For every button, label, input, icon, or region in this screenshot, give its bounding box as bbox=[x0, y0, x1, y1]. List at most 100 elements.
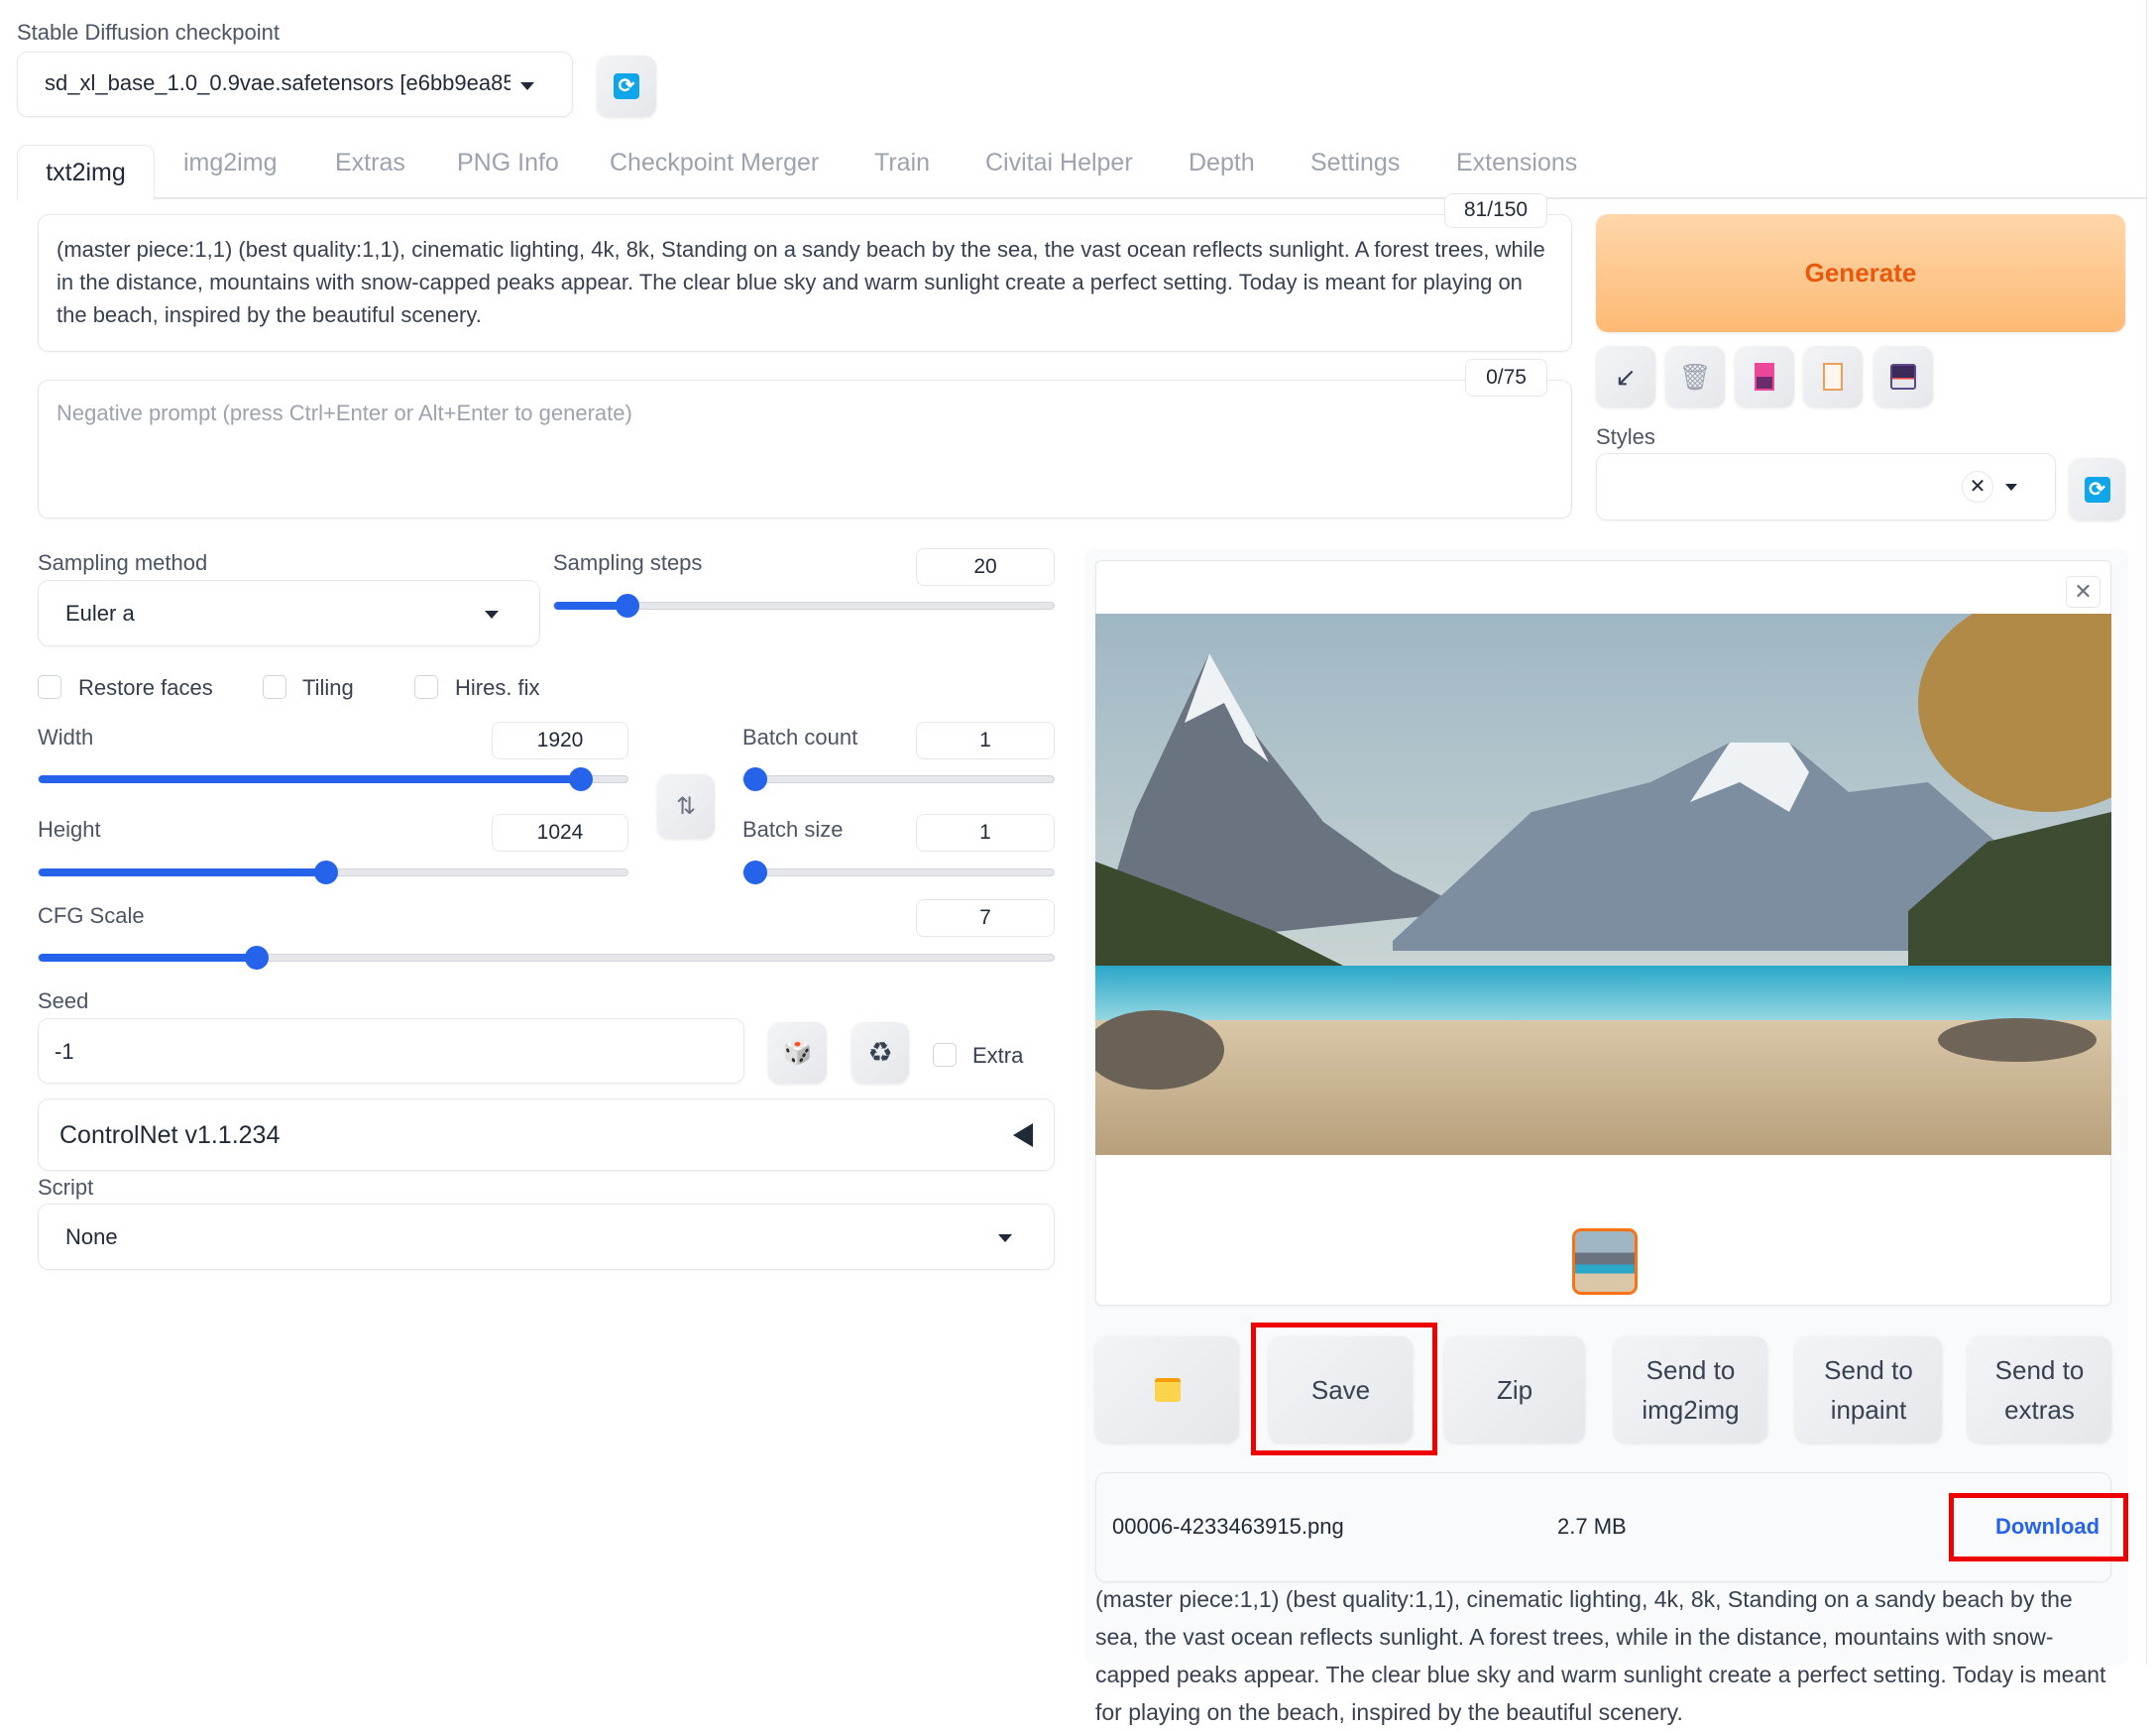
styles-label: Styles bbox=[1596, 424, 1655, 449]
sampling-method-dropdown[interactable]: Euler a bbox=[38, 580, 540, 646]
refresh-styles-button[interactable]: ⟳ bbox=[2069, 458, 2125, 520]
tab-bar-line bbox=[154, 197, 2146, 199]
tab-depth[interactable]: Depth bbox=[1189, 149, 1255, 177]
gallery-thumbnail[interactable] bbox=[1572, 1228, 1638, 1295]
zip-button[interactable]: Zip bbox=[1444, 1336, 1585, 1442]
slider-thumb[interactable] bbox=[743, 861, 767, 884]
tab-train[interactable]: Train bbox=[874, 149, 930, 177]
batch-count-input[interactable]: 1 bbox=[916, 722, 1055, 759]
open-folder-button[interactable] bbox=[1095, 1336, 1239, 1442]
button-line: Send to bbox=[1824, 1354, 1913, 1385]
tab-img2img[interactable]: img2img bbox=[183, 149, 277, 177]
generation-info-text: (master piece:1,1) (best quality:1,1), c… bbox=[1095, 1586, 2106, 1725]
button-line: img2img bbox=[1642, 1394, 1740, 1425]
sampling-steps-slider[interactable] bbox=[553, 594, 1055, 618]
hires-fix-checkbox[interactable] bbox=[414, 675, 438, 699]
batch-size-slider[interactable] bbox=[742, 861, 1055, 884]
sampling-method-value: Euler a bbox=[65, 601, 135, 626]
tab-txt2img[interactable]: txt2img bbox=[17, 145, 155, 200]
chevron-down-icon bbox=[998, 1234, 1012, 1242]
negative-token-counter: 0/75 bbox=[1465, 359, 1547, 397]
seed-label: Seed bbox=[38, 988, 89, 1013]
batch-size-input[interactable]: 1 bbox=[916, 814, 1055, 852]
slider-thumb[interactable] bbox=[743, 767, 767, 791]
download-highlight-box bbox=[1949, 1493, 2128, 1561]
seed-input[interactable]: -1 bbox=[38, 1018, 744, 1084]
restore-faces-checkbox[interactable] bbox=[38, 675, 61, 699]
batch-count-slider[interactable] bbox=[742, 767, 1055, 791]
checkpoint-value: sd_xl_base_1.0_0.9vae.safetensors [e6bb9… bbox=[45, 70, 511, 95]
extra-seed-checkbox[interactable] bbox=[933, 1043, 957, 1067]
save-style-button[interactable] bbox=[1873, 346, 1933, 407]
close-gallery-button[interactable]: ✕ bbox=[2066, 576, 2100, 608]
width-label: Width bbox=[38, 725, 94, 750]
slider-thumb[interactable] bbox=[616, 594, 639, 618]
script-dropdown[interactable]: None bbox=[38, 1204, 1055, 1270]
generate-button[interactable]: Generate bbox=[1596, 214, 2125, 332]
button-line: Send to bbox=[1645, 1354, 1736, 1385]
sampling-steps-label: Sampling steps bbox=[553, 550, 703, 575]
collapse-triangle-icon bbox=[1013, 1123, 1033, 1147]
slider-thumb[interactable] bbox=[245, 946, 269, 970]
clear-icon[interactable]: ✕ bbox=[1962, 471, 1993, 503]
refresh-checkpoint-button[interactable]: ⟳ bbox=[597, 56, 656, 117]
generated-image[interactable] bbox=[1095, 614, 2111, 1155]
button-line: Send to bbox=[1994, 1354, 2085, 1385]
floppy-disk-icon bbox=[1890, 364, 1916, 390]
width-input[interactable]: 1920 bbox=[492, 722, 628, 759]
tab-png-info[interactable]: PNG Info bbox=[457, 149, 559, 177]
chevron-down-icon bbox=[485, 611, 499, 619]
tab-extensions[interactable]: Extensions bbox=[1456, 149, 1577, 177]
swap-arrows-icon: ⇅ bbox=[675, 792, 697, 820]
send-to-extras-button[interactable]: Send to extras bbox=[1968, 1336, 2111, 1442]
tab-civitai-helper[interactable]: Civitai Helper bbox=[985, 149, 1133, 177]
sampling-steps-input[interactable]: 20 bbox=[916, 548, 1055, 586]
reuse-seed-button[interactable]: ♻ bbox=[851, 1022, 909, 1084]
cfg-scale-slider[interactable] bbox=[38, 946, 1055, 970]
button-line: extras bbox=[2004, 1394, 2075, 1425]
cfg-scale-label: CFG Scale bbox=[38, 903, 145, 928]
tab-checkpoint-merger[interactable]: Checkpoint Merger bbox=[610, 149, 819, 177]
swap-dimensions-button[interactable]: ⇅ bbox=[657, 774, 715, 839]
restore-faces-label: Restore faces bbox=[78, 675, 213, 700]
height-input[interactable]: 1024 bbox=[492, 814, 628, 852]
script-label: Script bbox=[38, 1175, 94, 1200]
tab-extras[interactable]: Extras bbox=[335, 149, 405, 177]
folder-icon bbox=[1154, 1377, 1181, 1402]
styles-dropdown[interactable]: ✕ bbox=[1596, 453, 2056, 520]
trash-icon: 🗑 bbox=[1678, 362, 1712, 392]
refresh-icon: ⟳ bbox=[2084, 476, 2110, 503]
tab-settings[interactable]: Settings bbox=[1310, 149, 1400, 177]
slider-thumb[interactable] bbox=[569, 767, 593, 791]
sampling-method-label: Sampling method bbox=[38, 550, 208, 575]
prompt-token-counter: 81/150 bbox=[1444, 193, 1547, 228]
negative-prompt-textarea[interactable]: Negative prompt (press Ctrl+Enter or Alt… bbox=[38, 380, 1572, 519]
prompt-textarea[interactable]: (master piece:1,1) (best quality:1,1), c… bbox=[38, 214, 1572, 352]
cfg-scale-input[interactable]: 7 bbox=[916, 899, 1055, 937]
slider-thumb[interactable] bbox=[314, 861, 338, 884]
file-name: 00006-4233463915.png bbox=[1112, 1514, 1344, 1539]
batch-size-label: Batch size bbox=[742, 817, 844, 842]
send-to-img2img-button[interactable]: Send to img2img bbox=[1614, 1336, 1767, 1442]
file-size: 2.7 MB bbox=[1557, 1514, 1627, 1539]
width-slider[interactable] bbox=[38, 767, 628, 791]
checkpoint-dropdown[interactable]: sd_xl_base_1.0_0.9vae.safetensors [e6bb9… bbox=[17, 52, 573, 117]
apply-style-button[interactable] bbox=[1803, 346, 1863, 407]
chevron-down-icon bbox=[520, 82, 534, 90]
controlnet-accordion[interactable]: ControlNet v1.1.234 bbox=[38, 1098, 1055, 1171]
script-value: None bbox=[65, 1224, 118, 1249]
tiling-checkbox[interactable] bbox=[263, 675, 286, 699]
clear-prompt-button[interactable]: 🗑 bbox=[1665, 346, 1725, 407]
extra-networks-button[interactable] bbox=[1735, 346, 1794, 407]
recycle-icon: ♻ bbox=[867, 1037, 893, 1068]
controlnet-title: ControlNet v1.1.234 bbox=[59, 1121, 281, 1149]
hires-fix-label: Hires. fix bbox=[455, 675, 540, 700]
tiling-label: Tiling bbox=[302, 675, 354, 700]
paste-arrow-button[interactable]: ↙ bbox=[1596, 346, 1655, 407]
height-label: Height bbox=[38, 817, 101, 842]
dice-icon: 🎲 bbox=[782, 1039, 813, 1066]
save-highlight-box bbox=[1251, 1323, 1437, 1455]
send-to-inpaint-button[interactable]: Send to inpaint bbox=[1795, 1336, 1942, 1442]
height-slider[interactable] bbox=[38, 861, 628, 884]
random-seed-button[interactable]: 🎲 bbox=[768, 1022, 827, 1084]
